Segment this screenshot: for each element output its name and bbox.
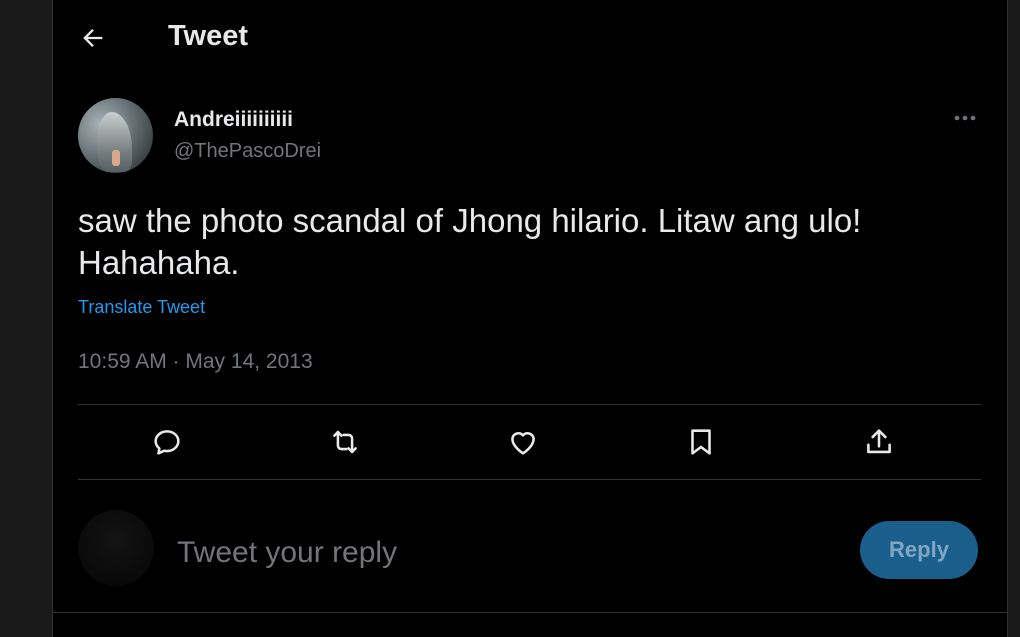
- avatar-figure-shape: [112, 150, 120, 166]
- reply-input[interactable]: [175, 530, 819, 576]
- retweet-icon[interactable]: [328, 425, 362, 459]
- like-icon[interactable]: [506, 425, 540, 459]
- share-icon[interactable]: [862, 425, 896, 459]
- divider: [53, 612, 1007, 613]
- reply-button[interactable]: Reply: [860, 521, 978, 579]
- page-header: Tweet: [53, 0, 1007, 76]
- user-avatar[interactable]: [78, 510, 154, 586]
- reply-icon[interactable]: [150, 425, 184, 459]
- left-margin-strip: [0, 0, 52, 637]
- right-margin-strip: [1006, 0, 1020, 637]
- tweet-action-bar: [78, 405, 981, 479]
- tweet-text: saw the photo scandal of Jhong hilario. …: [78, 202, 862, 281]
- arrow-left-icon[interactable]: [79, 24, 107, 52]
- divider: [78, 479, 981, 480]
- tweet-timestamp[interactable]: 10:59 AM · May 14, 2013: [78, 350, 313, 374]
- author-avatar[interactable]: [78, 98, 153, 173]
- author-handle[interactable]: @ThePascoDrei: [174, 140, 321, 163]
- tweet-column: Tweet Andreiiiiiiiiii @ThePascoDrei saw …: [52, 0, 1008, 637]
- author-name[interactable]: Andreiiiiiiiiii: [174, 108, 293, 132]
- bookmark-icon[interactable]: [684, 425, 718, 459]
- ellipsis-icon[interactable]: [949, 106, 981, 130]
- page-title: Tweet: [168, 20, 249, 52]
- translate-tweet-link[interactable]: Translate Tweet: [78, 297, 205, 318]
